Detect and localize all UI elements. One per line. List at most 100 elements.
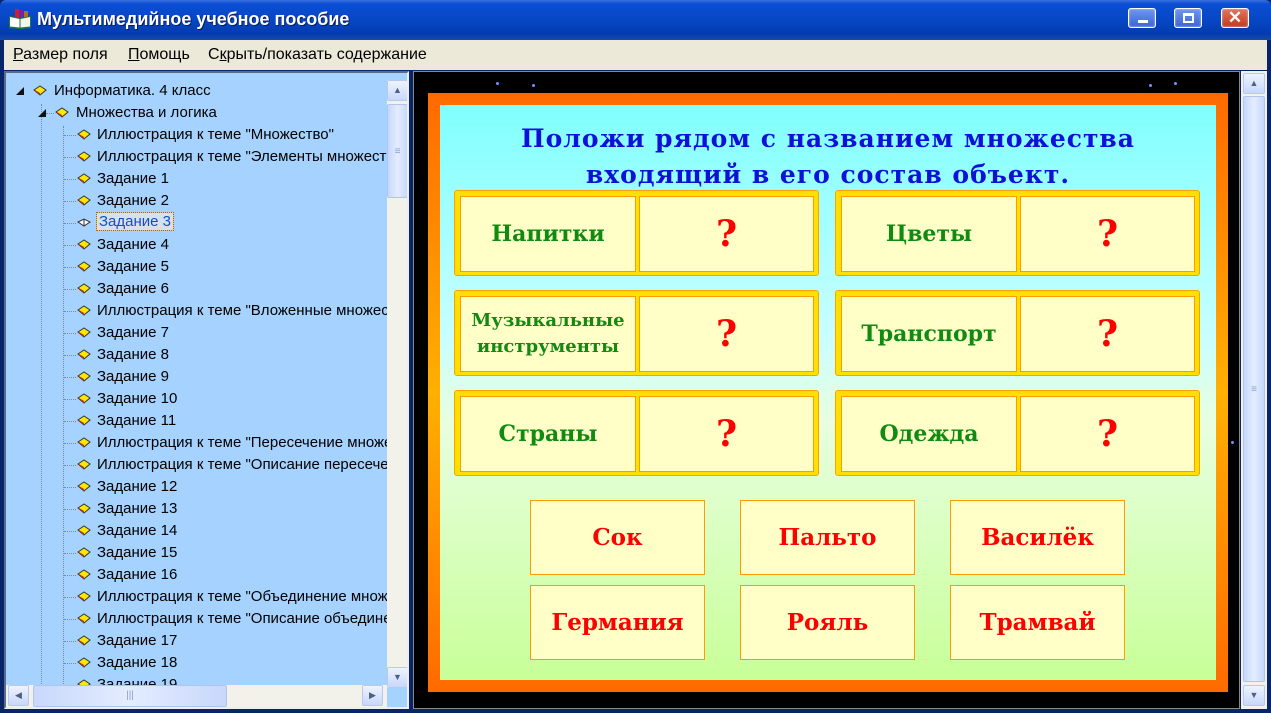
tree-node-item[interactable]: Задание 3 [6,212,384,234]
task-frame: Положи рядом с названием множества входя… [428,93,1228,692]
drop-slot[interactable]: ? [1020,296,1195,372]
tree-node-item[interactable]: Задание 18 [6,652,384,674]
collapse-icon[interactable] [16,87,24,95]
category-pair: Музыкальные инструменты ? [454,290,819,376]
tree-line [64,223,76,224]
scroll-thumb[interactable]: ≡ [387,104,407,198]
tree-node-item[interactable]: Задание 7 [6,322,384,344]
draggable-object[interactable]: Пальто [740,500,915,575]
tree-node-item[interactable]: Иллюстрация к теме "Пересечение множеств… [6,432,407,454]
drop-slot[interactable]: ? [1020,196,1195,272]
tree-node-item[interactable]: Задание 9 [6,366,384,388]
close-icon: ✕ [1227,8,1243,27]
category-label: Напитки [460,196,636,272]
draggable-object[interactable]: Сок [530,500,705,575]
task-instruction: Положи рядом с названием множества входя… [440,121,1216,193]
tree-node-item[interactable]: Задание 16 [6,564,384,586]
tree-line [64,179,76,180]
tree-node-item[interactable]: Задание 13 [6,498,384,520]
minimize-button[interactable] [1128,8,1156,28]
tree-node-item[interactable]: Задание 5 [6,256,384,278]
book-icon [77,371,91,382]
tree-node-item[interactable]: Иллюстрация к теме "Элементы множества" [6,146,407,168]
book-icon [77,547,91,558]
tree-label: Задание 7 [97,324,170,341]
collapse-icon[interactable] [38,109,46,117]
book-icon [77,657,91,668]
tree-node-item[interactable]: Задание 14 [6,520,384,542]
tree-line [64,399,76,400]
star-decoration [532,84,535,87]
draggable-object[interactable]: Германия [530,585,705,660]
tree-node-root[interactable]: Информатика. 4 класс [6,80,384,102]
tree-node-item[interactable]: Задание 15 [6,542,384,564]
tree-node-item[interactable]: Иллюстрация к теме "Описание пересечения… [6,454,407,476]
menu-help[interactable]: Помощь [128,46,190,64]
tree-line [64,487,76,488]
close-button[interactable]: ✕ [1221,8,1249,28]
tree-node-item[interactable]: Иллюстрация к теме "Объединение множеств… [6,586,407,608]
scroll-down-button[interactable]: ▼ [387,667,407,688]
tree-node-item[interactable]: Иллюстрация к теме "Вложенные множества" [6,300,407,322]
tree-node-item[interactable]: Задание 10 [6,388,384,410]
category-label: Цветы [841,196,1017,272]
draggable-object[interactable]: Василёк [950,500,1125,575]
menu-field-size[interactable]: Размер поля [13,46,108,64]
book-icon [77,591,91,602]
scroll-down-button[interactable]: ▼ [1243,685,1265,706]
tree-line [64,135,76,136]
tree-node-item[interactable]: Задание 12 [6,476,384,498]
tree-label: Задание 15 [97,544,178,561]
tree-node-item[interactable]: Задание 1 [6,168,384,190]
tree-node-item[interactable]: Задание 4 [6,234,384,256]
drop-slot[interactable]: ? [639,396,814,472]
tree-horizontal-scrollbar[interactable]: ◀ ||| ▶ [6,685,387,707]
book-icon [77,327,91,338]
draggable-object[interactable]: Трамвай [950,585,1125,660]
tree-line [64,355,76,356]
book-icon [77,349,91,360]
menu-label: омощь [139,46,190,63]
tree-node-item[interactable]: Задание 6 [6,278,384,300]
tree-node-item[interactable]: Задание 2 [6,190,384,212]
content-vertical-scrollbar[interactable]: ▲ ≡ ▼ [1241,71,1267,709]
tree-node-section[interactable]: Множества и логика [6,102,384,124]
tree-node-item[interactable]: Задание 8 [6,344,384,366]
scroll-thumb[interactable]: ||| [33,685,227,707]
tree-node-item[interactable]: Задание 17 [6,630,384,652]
scroll-up-button[interactable]: ▲ [387,80,407,101]
tree-label: Задание 6 [97,280,170,297]
tree-node-item[interactable]: Иллюстрация к теме "Описание объединения… [6,608,407,630]
tree-node-item[interactable]: Иллюстрация к теме "Множество" [6,124,384,146]
tree-line [64,575,76,576]
draggable-object[interactable]: Рояль [740,585,915,660]
tree-label: Задание 8 [97,346,170,363]
tree-line [64,531,76,532]
drop-slot[interactable]: ? [1020,396,1195,472]
tree-label: Задание 2 [97,192,170,209]
tree-line [64,443,76,444]
menu-toggle-contents[interactable]: Скрыть/показать содержание [208,46,427,64]
drop-slot[interactable]: ? [639,196,814,272]
star-decoration [1231,441,1234,444]
scroll-up-button[interactable]: ▲ [1243,73,1265,94]
tree-vertical-scrollbar[interactable]: ▲ ≡ ▼ [387,80,407,688]
title-bar: Мультимедийное учебное пособие ✕ [0,0,1271,40]
tree-node-item[interactable]: Задание 11 [6,410,384,432]
book-icon [33,85,47,96]
maximize-icon [1183,13,1194,23]
tree-line [64,553,76,554]
drop-slot[interactable]: ? [639,296,814,372]
lesson-view: Положи рядом с названием множества входя… [413,71,1240,709]
tree-label: Информатика. 4 класс [54,82,211,99]
scroll-right-button[interactable]: ▶ [362,685,383,706]
instruction-line: входящий в его состав объект. [585,160,1071,189]
maximize-button[interactable] [1174,8,1202,28]
book-icon [77,195,91,206]
contents-tree[interactable]: Информатика. 4 класс Множества и логика … [4,71,409,709]
scroll-left-button[interactable]: ◀ [8,685,29,706]
scroll-thumb[interactable]: ≡ [1243,96,1265,682]
book-icon [77,437,91,448]
tree-label: Задание 3 [95,212,175,231]
tree-label: Задание 4 [97,236,170,253]
